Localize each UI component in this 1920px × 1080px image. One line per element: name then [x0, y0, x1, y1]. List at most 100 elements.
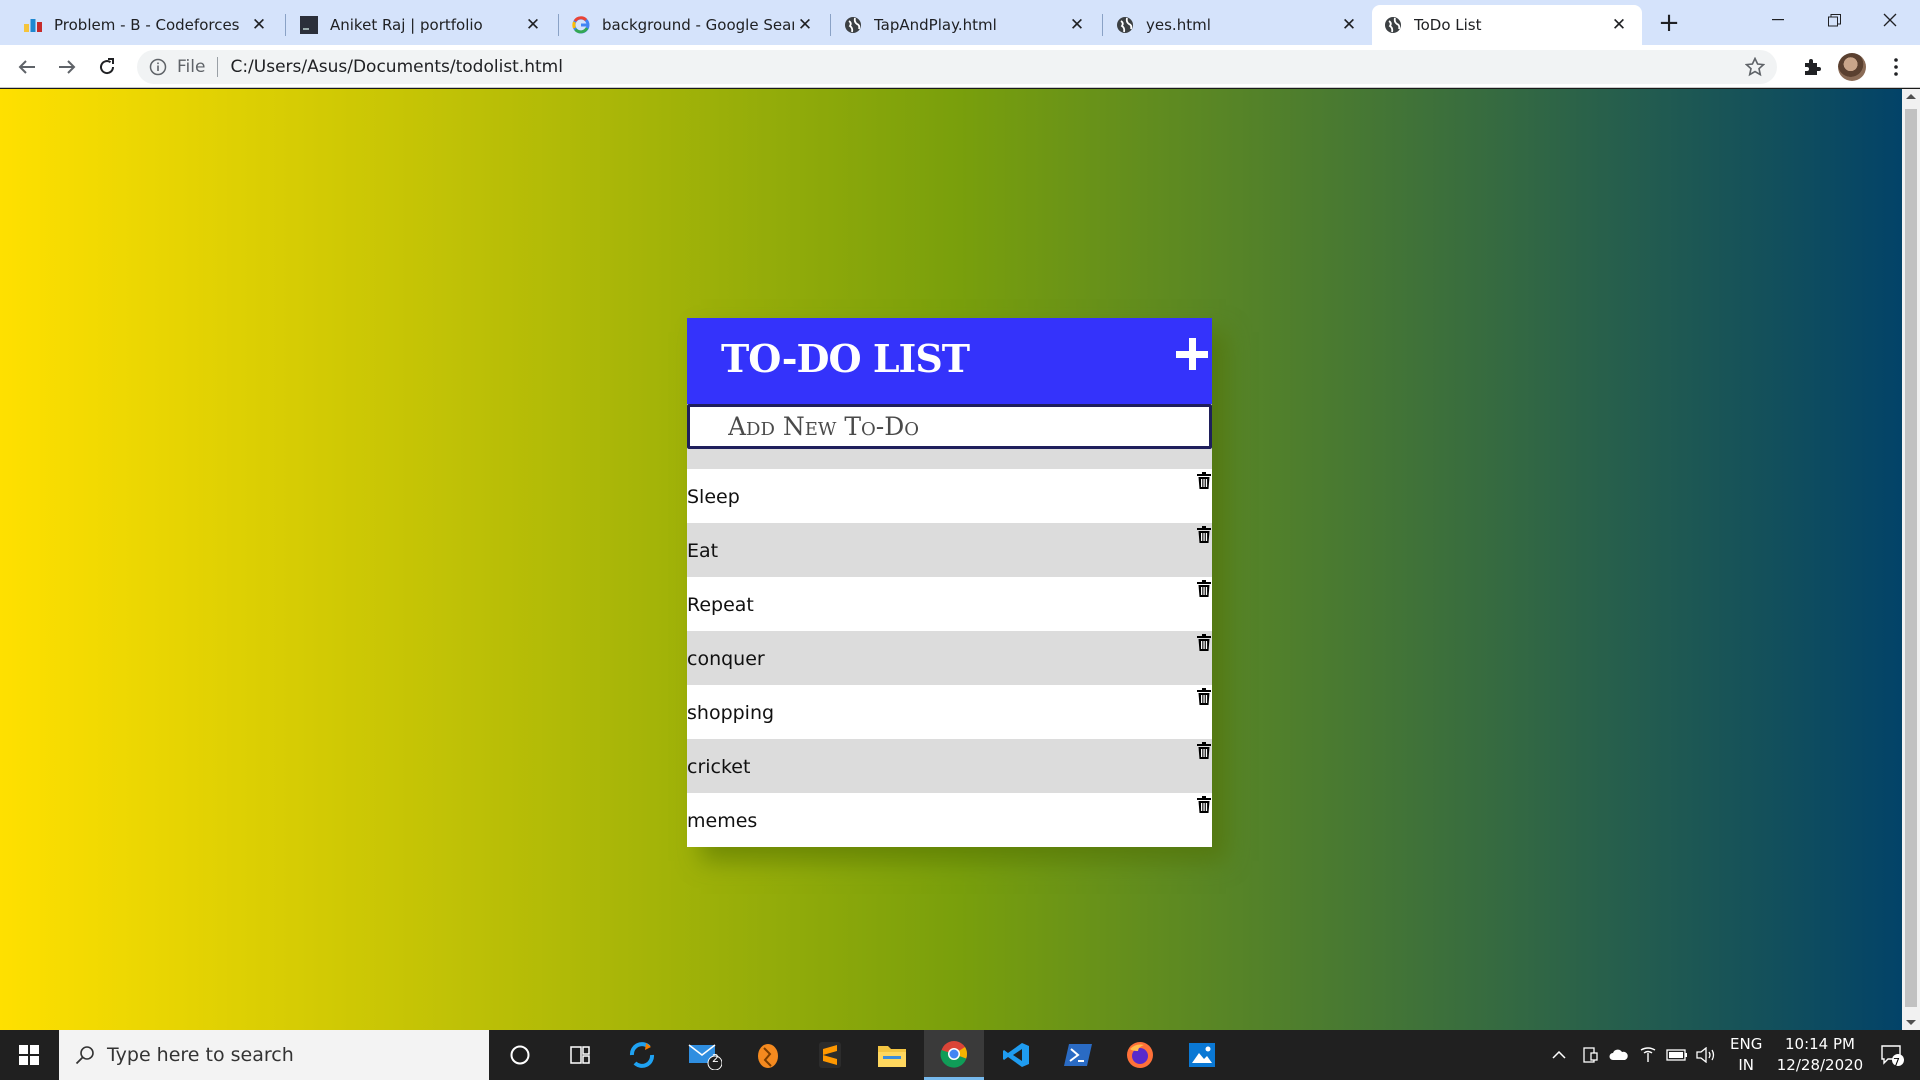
trash-icon[interactable]: [1197, 742, 1211, 759]
close-icon[interactable]: ✕: [248, 14, 270, 36]
task-view-icon[interactable]: [550, 1030, 610, 1080]
back-button[interactable]: [11, 51, 43, 83]
chevron-up-icon[interactable]: [1548, 1030, 1570, 1080]
forward-button[interactable]: [51, 51, 83, 83]
mail-badge: 2: [712, 1052, 719, 1065]
plus-icon[interactable]: [1172, 334, 1212, 374]
page-viewport: To-Do List Sleep Eat Repeat conquer sho: [0, 89, 1920, 1030]
todo-item[interactable]: conquer: [687, 631, 1212, 685]
tab-todo-list[interactable]: ToDo List ✕: [1372, 5, 1642, 45]
volume-icon[interactable]: [1694, 1030, 1720, 1080]
tab-yes[interactable]: yes.html ✕: [1104, 5, 1372, 45]
menu-kebab-icon[interactable]: [1882, 53, 1910, 81]
language-indicator[interactable]: ENG IN: [1730, 1034, 1762, 1076]
close-icon[interactable]: ✕: [1608, 14, 1630, 36]
sublime-text-icon[interactable]: [800, 1030, 860, 1080]
reload-button[interactable]: [91, 51, 123, 83]
tab-title: ToDo List: [1414, 16, 1482, 34]
tab-codeforces[interactable]: Problem - B - Codeforces ✕: [12, 5, 282, 45]
codeforces-icon: [24, 16, 42, 34]
vertical-scrollbar[interactable]: [1902, 89, 1920, 1030]
tab-title: Aniket Raj | portfolio: [330, 16, 483, 34]
todo-item-label: conquer: [687, 648, 765, 670]
close-icon[interactable]: ✕: [1338, 14, 1360, 36]
trash-icon[interactable]: [1197, 634, 1211, 651]
tab-title: background - Google Search: [602, 16, 794, 34]
clock[interactable]: 10:14 PM 12/28/2020: [1765, 1034, 1875, 1076]
tab-divider: [285, 14, 286, 36]
taskbar-search[interactable]: Type here to search: [59, 1030, 489, 1080]
tab-divider: [558, 14, 559, 36]
minimize-button[interactable]: [1750, 0, 1806, 40]
close-icon[interactable]: ✕: [522, 14, 544, 36]
tab-title: Problem - B - Codeforces: [54, 16, 240, 34]
todo-item[interactable]: Repeat: [687, 577, 1212, 631]
device-icon[interactable]: [1578, 1030, 1602, 1080]
todo-item[interactable]: cricket: [687, 739, 1212, 793]
todo-item[interactable]: Sleep: [687, 469, 1212, 523]
todo-item[interactable]: Eat: [687, 523, 1212, 577]
trash-icon[interactable]: [1197, 688, 1211, 705]
file-explorer-icon[interactable]: [862, 1030, 922, 1080]
battery-icon[interactable]: [1664, 1030, 1690, 1080]
tab-divider: [1102, 14, 1103, 36]
todo-list: Sleep Eat Repeat conquer shopping cricke…: [687, 449, 1212, 847]
search-placeholder: Type here to search: [107, 1044, 294, 1066]
todo-card: To-Do List Sleep Eat Repeat conquer sho: [687, 318, 1212, 847]
onedrive-cloud-icon[interactable]: [1606, 1030, 1632, 1080]
firefox-icon[interactable]: [1110, 1030, 1170, 1080]
mail-icon[interactable]: 2: [675, 1030, 735, 1080]
powershell-icon[interactable]: [1048, 1030, 1108, 1080]
todo-item-label: Sleep: [687, 486, 740, 508]
close-icon[interactable]: ✕: [1066, 14, 1088, 36]
region-code: IN: [1738, 1056, 1754, 1074]
trash-icon[interactable]: [1197, 526, 1211, 543]
globe-icon: [1384, 16, 1402, 34]
close-window-button[interactable]: [1862, 0, 1918, 40]
network-icon[interactable]: [1636, 1030, 1660, 1080]
chrome-icon[interactable]: [924, 1030, 984, 1080]
sync-app-icon[interactable]: [612, 1030, 672, 1080]
notification-count: 7: [1893, 1056, 1900, 1069]
tab-portfolio[interactable]: Aniket Raj | portfolio ✕: [288, 5, 556, 45]
scroll-up-arrow-icon[interactable]: [1906, 94, 1916, 99]
extensions-icon[interactable]: [1798, 53, 1826, 81]
address-bar[interactable]: File C:/Users/Asus/Documents/todolist.ht…: [137, 50, 1777, 84]
tab-tapandplay[interactable]: TapAndPlay.html ✕: [832, 5, 1100, 45]
scroll-down-arrow-icon[interactable]: [1906, 1020, 1916, 1025]
search-icon: [75, 1046, 94, 1065]
photos-icon[interactable]: [1172, 1030, 1232, 1080]
clock-time: 10:14 PM: [1785, 1035, 1855, 1053]
fl-studio-icon[interactable]: [738, 1030, 798, 1080]
tab-google-search[interactable]: background - Google Search ✕: [560, 5, 828, 45]
todo-item-label: Eat: [687, 540, 719, 562]
trash-icon[interactable]: [1197, 472, 1211, 489]
reload-icon: [100, 58, 115, 75]
start-button[interactable]: [0, 1030, 58, 1080]
tab-title: TapAndPlay.html: [874, 16, 997, 34]
new-tab-button[interactable]: +: [1655, 8, 1683, 38]
notifications-icon[interactable]: 7: [1872, 1030, 1912, 1080]
trash-icon[interactable]: [1197, 580, 1211, 597]
profile-avatar[interactable]: [1838, 53, 1866, 81]
new-todo-input[interactable]: [687, 404, 1212, 449]
url-path: C:/Users/Asus/Documents/todolist.html: [230, 57, 563, 77]
tab-title: yes.html: [1146, 16, 1211, 34]
globe-icon: [1116, 16, 1134, 34]
back-arrow-icon: [18, 60, 35, 74]
restore-button[interactable]: [1806, 0, 1862, 40]
bookmark-star-icon[interactable]: [1745, 57, 1765, 77]
scrollbar-thumb[interactable]: [1905, 109, 1917, 1007]
forward-arrow-icon: [59, 60, 76, 74]
vscode-icon[interactable]: [986, 1030, 1046, 1080]
todo-item[interactable]: memes: [687, 793, 1212, 847]
tab-strip: Problem - B - Codeforces ✕ Aniket Raj | …: [0, 0, 1920, 45]
cortana-icon[interactable]: [490, 1030, 550, 1080]
todo-item[interactable]: shopping: [687, 685, 1212, 739]
browser-toolbar: File C:/Users/Asus/Documents/todolist.ht…: [0, 45, 1920, 88]
trash-icon[interactable]: [1197, 796, 1211, 813]
language-code: ENG: [1730, 1035, 1763, 1053]
close-icon[interactable]: ✕: [794, 14, 816, 36]
windows-logo-icon: [19, 1045, 39, 1065]
tab-divider: [830, 14, 831, 36]
